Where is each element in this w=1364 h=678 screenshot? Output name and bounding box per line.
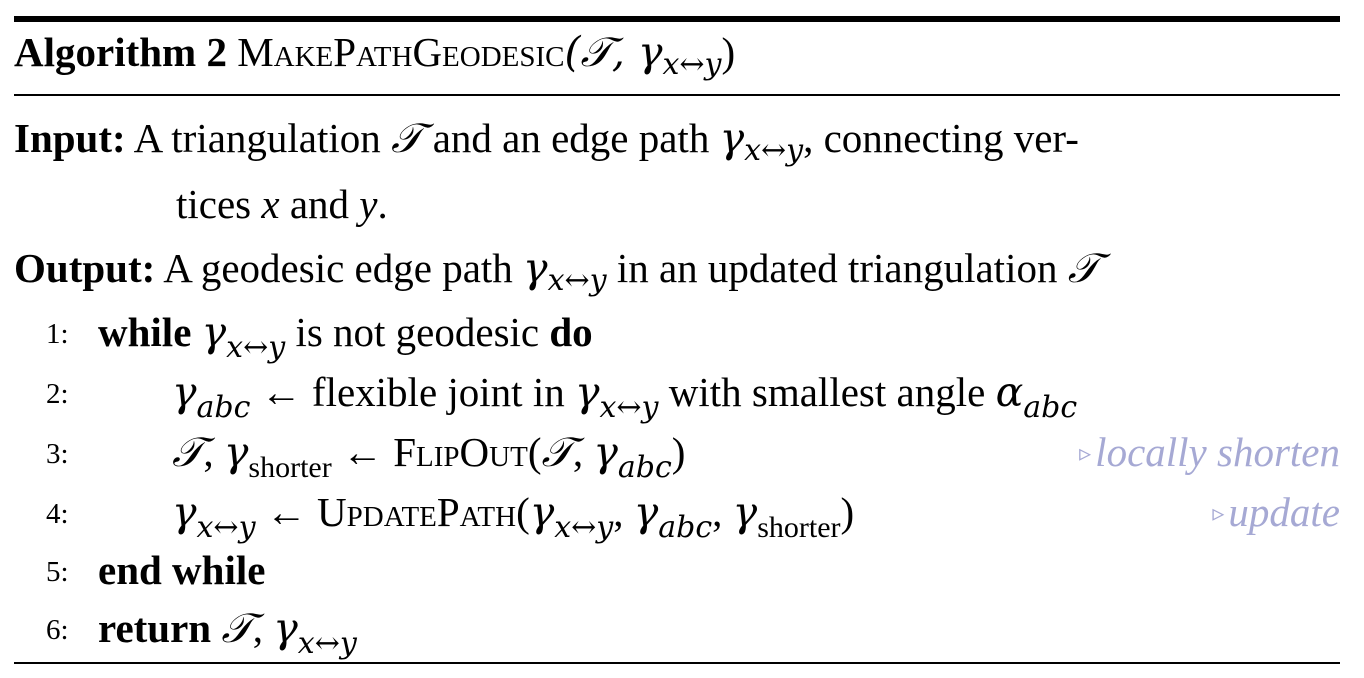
path-subscript: x↔y — [226, 330, 286, 365]
step-2: 2: γabc ← flexible joint in γx↔y with sm… — [0, 368, 1364, 424]
line-number: 3: — [46, 438, 69, 470]
line-number: 1: — [46, 318, 69, 350]
keyword-end-while: end while — [98, 547, 266, 593]
joint-symbol: γ — [172, 368, 197, 416]
shorter-path-symbol: γ — [223, 428, 249, 476]
path-symbol: γ — [172, 488, 197, 536]
shorter-subscript: shorter — [248, 451, 332, 484]
angle-subscript: abc — [1023, 390, 1078, 425]
path-subscript: x↔y — [297, 626, 357, 661]
path-subscript: x↔y — [547, 263, 607, 298]
vertex-x: x — [261, 181, 280, 227]
algorithm-label: Algorithm 2 — [14, 29, 227, 75]
step-text: , — [252, 605, 274, 651]
triangulation-symbol: 𝒯 — [391, 114, 423, 162]
line-number: 4: — [46, 498, 69, 530]
header-rule — [14, 94, 1340, 96]
path-subscript: x↔y — [599, 390, 659, 425]
function-flipout: FlipOut — [393, 429, 528, 475]
output-label: Output: — [14, 245, 156, 291]
algorithm-args-close: ) — [721, 29, 736, 75]
algorithm-args-sub: x↔y — [662, 47, 722, 82]
joint-subscript: abc — [196, 390, 251, 425]
output-spec: Output: A geodesic edge path γx↔y in an … — [14, 244, 1100, 296]
path-subscript: x↔y — [744, 133, 804, 168]
comment-text: update — [1228, 489, 1340, 535]
line-number: 6: — [46, 614, 69, 646]
step-text: ← — [331, 429, 394, 475]
top-rule — [14, 16, 1340, 22]
triangulation-symbol: 𝒯 — [172, 428, 204, 476]
comment-text: locally shorten — [1095, 429, 1340, 475]
angle-symbol: α — [995, 368, 1024, 416]
input-text: tices — [176, 181, 262, 227]
step-text: with smallest angle — [658, 369, 996, 415]
comment-marker-icon: ▹ — [1079, 441, 1092, 467]
line-number: 2: — [46, 378, 69, 410]
path-symbol: γ — [273, 604, 298, 652]
paren: ) — [671, 429, 686, 475]
comment-locally-shorten: ▹locally shorten — [1079, 428, 1340, 476]
triangulation-symbol: 𝒯 — [1067, 244, 1100, 292]
step-1: 1: while γx↔y is not geodesic do — [0, 308, 1364, 364]
paren: ) — [840, 489, 855, 535]
path-symbol: γ — [523, 244, 548, 292]
joint-subscript: abc — [617, 450, 672, 485]
step-6: 6: return 𝒯, γx↔y — [0, 604, 1364, 660]
shorter-path-symbol: γ — [732, 488, 758, 536]
step-text: , — [203, 429, 224, 475]
joint-symbol: γ — [633, 488, 659, 536]
step-text: is not geodesic — [285, 309, 550, 355]
step-text: , — [712, 489, 733, 535]
paren: ( — [527, 429, 542, 475]
algorithm-args: (𝒯, γ — [564, 28, 663, 76]
input-spec: Input: A triangulation 𝒯 and an edge pat… — [14, 114, 1079, 166]
step-text: , — [613, 489, 634, 535]
keyword-return: return — [98, 605, 212, 651]
step-text: ← flexible joint in — [250, 369, 575, 415]
path-subscript: x↔y — [196, 510, 256, 545]
input-text: , connecting ver- — [803, 115, 1079, 161]
shorter-subscript: shorter — [757, 511, 841, 544]
input-text: A triangulation — [133, 115, 392, 161]
step-3: 3: 𝒯, γshorter ← FlipOut(𝒯, γabc) ▹local… — [0, 428, 1364, 484]
step-text: , — [572, 429, 594, 475]
comment-marker-icon: ▹ — [1212, 501, 1225, 527]
bottom-rule — [14, 662, 1340, 664]
path-symbol: γ — [529, 488, 555, 536]
input-text: and — [279, 181, 360, 227]
input-text: . — [377, 181, 388, 227]
paren: ( — [516, 489, 530, 535]
input-spec-continued: tices x and y. — [176, 180, 388, 228]
comment-update: ▹update — [1212, 488, 1340, 536]
joint-symbol: γ — [593, 428, 618, 476]
path-symbol: γ — [719, 114, 745, 162]
input-text: and an edge path — [422, 115, 720, 161]
step-5: 5: end while — [0, 546, 1364, 602]
algorithm-name: MakePathGeodesic — [237, 29, 565, 75]
algorithm-title: Algorithm 2 MakePathGeodesic(𝒯, γx↔y) — [14, 28, 736, 80]
triangulation-symbol: 𝒯 — [221, 604, 253, 652]
triangulation-symbol: 𝒯 — [541, 428, 573, 476]
step-4: 4: γx↔y ← UpdatePath(γx↔y, γabc, γshorte… — [0, 488, 1364, 544]
path-symbol: γ — [201, 308, 227, 356]
step-text: ← — [255, 489, 318, 535]
function-updatepath: UpdatePath — [317, 489, 517, 535]
path-symbol: γ — [574, 368, 600, 416]
keyword-do: do — [549, 309, 593, 355]
output-text: in an updated triangulation — [606, 245, 1068, 291]
vertex-y: y — [359, 181, 378, 227]
output-text: A geodesic edge path — [163, 245, 524, 291]
line-number: 5: — [46, 556, 69, 588]
path-subscript: x↔y — [554, 510, 614, 545]
joint-subscript: abc — [658, 510, 713, 545]
keyword-while: while — [98, 309, 192, 355]
input-label: Input: — [14, 115, 126, 161]
